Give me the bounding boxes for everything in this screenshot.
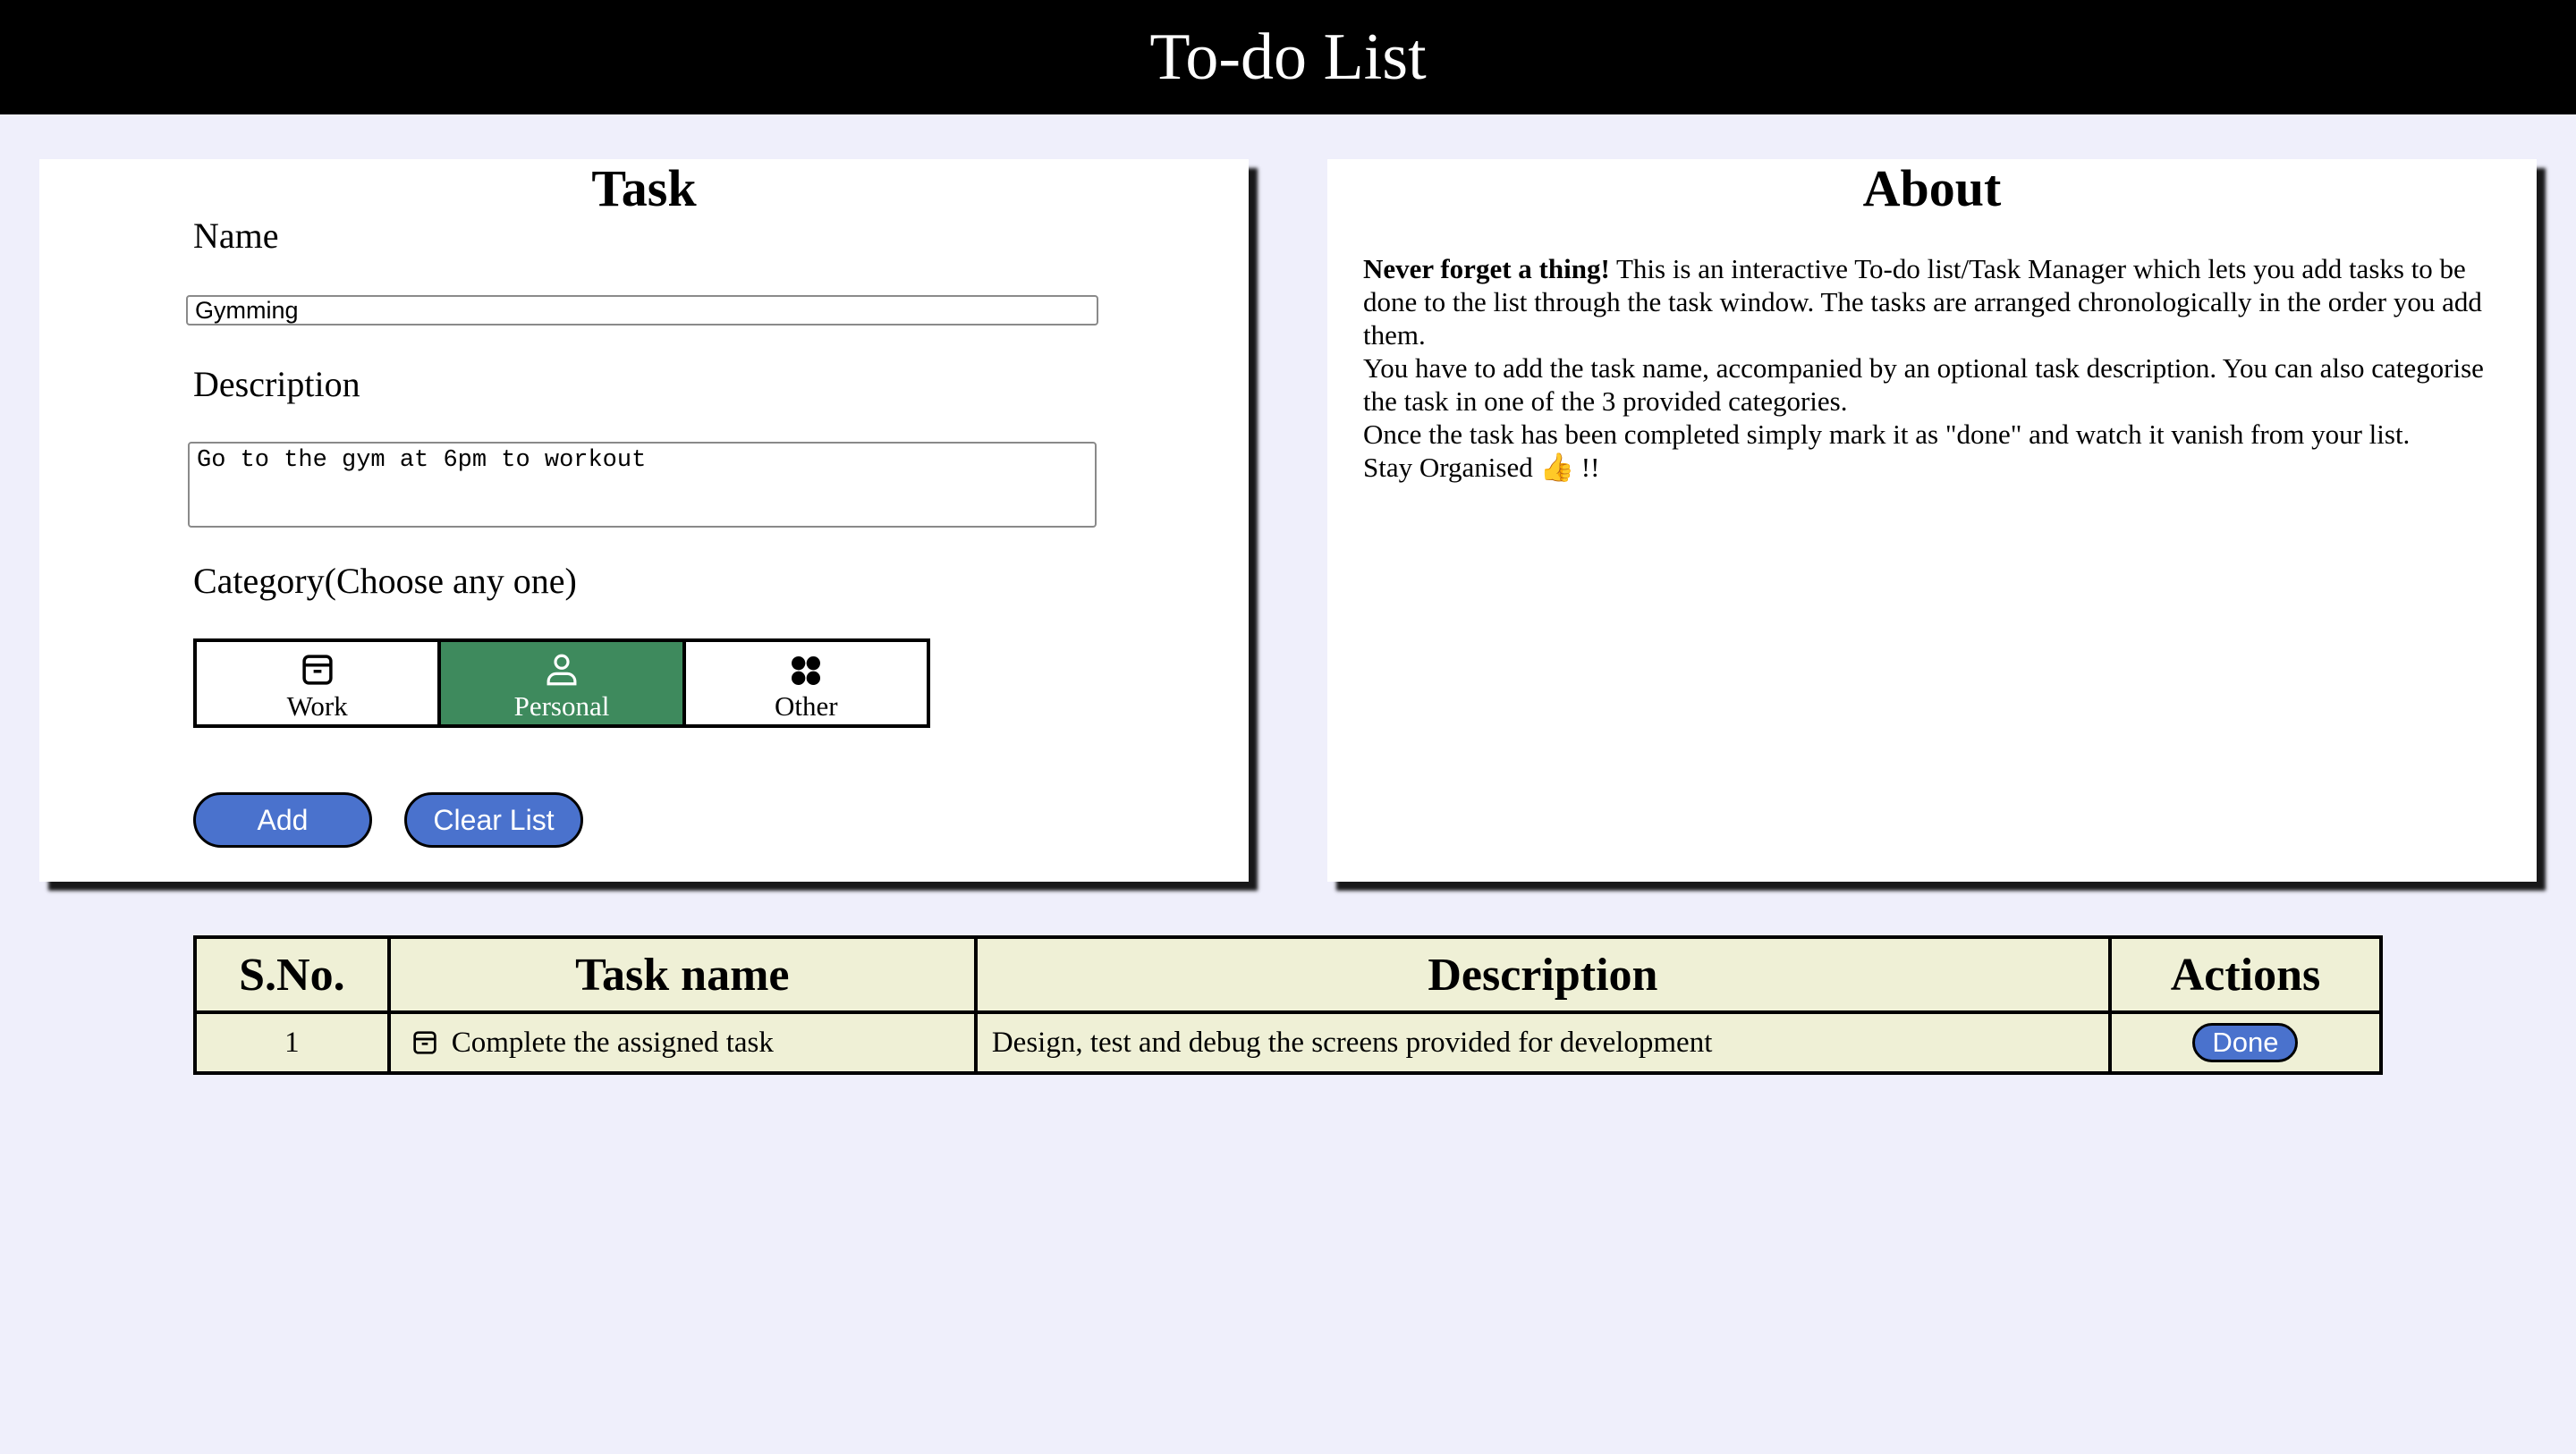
table-header-row: S.No. Task name Description Actions <box>193 935 2384 1014</box>
row-description: Design, test and debug the screens provi… <box>973 1010 2112 1075</box>
task-panel-title: Task <box>591 159 697 217</box>
header-task-name: Task name <box>386 935 978 1014</box>
about-paragraph-2: You have to add the task name, accompani… <box>1363 352 2484 417</box>
category-work-button[interactable]: Work <box>197 642 438 724</box>
category-personal-label: Personal <box>513 690 610 722</box>
row-actions-cell: Done <box>2107 1010 2384 1075</box>
row-task-name: Complete the assigned task <box>451 1026 774 1059</box>
about-text: Never forget a thing! This is an interac… <box>1363 252 2508 484</box>
table-row: 1 Complete the assigned task Design, tes… <box>193 1010 2384 1075</box>
person-icon <box>547 654 577 686</box>
clear-list-button[interactable]: Clear List <box>404 792 583 848</box>
task-table: S.No. Task name Description Actions 1 Co… <box>193 935 2384 1075</box>
archive-box-icon <box>413 1031 436 1054</box>
about-paragraph-4: Stay Organised 👍 !! <box>1363 452 1600 483</box>
name-label: Name <box>193 216 279 256</box>
page-title: To-do List <box>1149 20 1427 94</box>
header-description: Description <box>973 935 2112 1014</box>
task-description-textarea[interactable]: Go to the gym at 6pm to workout <box>188 442 1097 528</box>
row-sno: 1 <box>193 1010 391 1075</box>
task-panel: Task Name Gymming Description Go to the … <box>39 159 1249 882</box>
category-work-label: Work <box>286 690 348 722</box>
about-panel: About Never forget a thing! This is an i… <box>1327 159 2537 882</box>
category-personal-button[interactable]: Personal <box>437 642 682 724</box>
task-name-input[interactable]: Gymming <box>186 295 1098 325</box>
category-selector: Work Personal Other <box>193 638 930 728</box>
app-header: To-do List <box>0 0 2576 114</box>
row-task-name-cell: Complete the assigned task <box>386 1010 978 1075</box>
add-button[interactable]: Add <box>193 792 372 848</box>
about-lead-bold: Never forget a thing! <box>1363 253 1610 284</box>
header-sno: S.No. <box>193 935 391 1014</box>
four-circles-icon <box>792 656 821 685</box>
category-label: Category(Choose any one) <box>193 561 577 601</box>
about-panel-title: About <box>1862 159 2002 217</box>
archive-box-icon <box>302 655 333 685</box>
about-paragraph-1: Never forget a thing! This is an interac… <box>1363 252 2508 351</box>
description-label: Description <box>193 364 360 404</box>
category-other-button[interactable]: Other <box>682 642 927 724</box>
done-button[interactable]: Done <box>2192 1023 2299 1062</box>
category-other-label: Other <box>775 690 838 722</box>
about-paragraph-3: Once the task has been completed simply … <box>1363 418 2411 450</box>
header-actions: Actions <box>2107 935 2384 1014</box>
